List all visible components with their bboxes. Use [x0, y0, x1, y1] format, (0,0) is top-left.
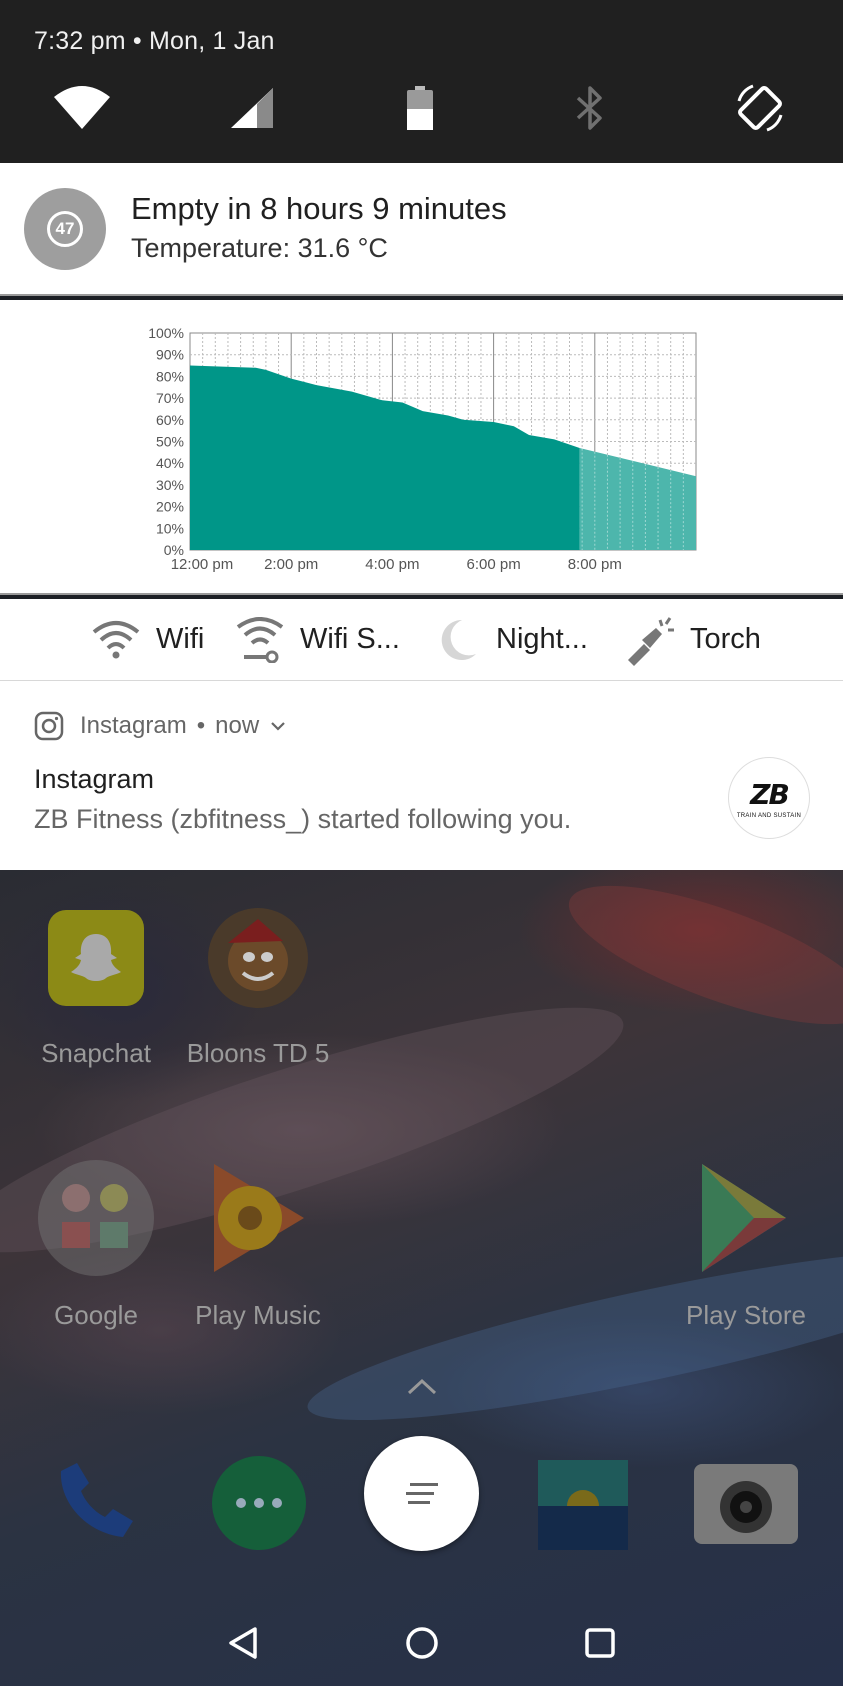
avatar-tagline: TRAIN AND SUSTAIN	[736, 812, 802, 819]
play-store-icon	[702, 1164, 786, 1272]
instagram-notification[interactable]: Instagram • now Instagram ZB Fitness (zb…	[0, 681, 843, 870]
gallery-icon	[538, 1460, 628, 1550]
x-tick-label: 8:00 pm	[568, 556, 622, 573]
wifi-icon	[54, 86, 110, 129]
app-label: Play Store	[686, 1300, 806, 1330]
notification-header: Instagram • now	[34, 711, 289, 741]
wifi-settings-icon	[236, 616, 284, 663]
battery-level: 47	[47, 211, 83, 247]
shortcut-label: Wifi S...	[300, 623, 400, 655]
avatar-logo-text: ZB	[750, 777, 790, 811]
phone-app[interactable]	[46, 1454, 142, 1550]
battery-icon	[407, 86, 433, 130]
y-tick-label: 70%	[156, 390, 184, 406]
shortcut-night-mode[interactable]: Night...	[432, 599, 588, 680]
battery-notification-subtitle: Temperature: 31.6 °C	[131, 233, 388, 263]
bluetooth-icon	[576, 86, 602, 130]
status-time-date: 7:32 pm • Mon, 1 Jan	[34, 27, 275, 55]
chevron-down-icon[interactable]	[267, 715, 289, 737]
battery-chart: 0%10%20%30%40%50%60%70%80%90%100%12:00 p…	[148, 325, 697, 573]
google-folder[interactable]	[38, 1160, 154, 1276]
google-folder-icon	[62, 1184, 128, 1248]
messages-icon	[236, 1498, 282, 1508]
monkey-icon	[228, 919, 288, 991]
shortcut-row: Wifi Wifi S... Night... Torch	[0, 599, 843, 681]
y-tick-label: 30%	[156, 477, 184, 493]
navigation-bar	[0, 1600, 843, 1686]
notification-time: now	[215, 712, 260, 739]
back-button[interactable]	[202, 1600, 282, 1686]
torch-icon	[628, 616, 674, 666]
notification-text: ZB Fitness (zbfitness_) started followin…	[34, 804, 572, 834]
instagram-icon	[34, 711, 64, 741]
back-icon	[229, 1627, 257, 1659]
quick-tiles-row	[0, 78, 843, 138]
ghost-icon	[71, 934, 121, 981]
shortcut-label: Wifi	[156, 623, 205, 655]
shortcut-label: Torch	[690, 623, 761, 655]
y-tick-label: 10%	[156, 520, 184, 536]
home-button[interactable]	[382, 1600, 462, 1686]
menu-lines-icon	[405, 1482, 438, 1504]
app-label: Bloons TD 5	[186, 1038, 330, 1068]
phone-icon	[60, 1463, 133, 1537]
play-store-app[interactable]	[694, 1160, 794, 1276]
shortcut-label: Night...	[496, 623, 588, 655]
camera-icon	[720, 1481, 772, 1533]
home-icon	[406, 1627, 438, 1659]
recents-icon	[585, 1628, 615, 1658]
y-tick-label: 80%	[156, 368, 184, 384]
shortcut-wifi[interactable]: Wifi	[92, 599, 204, 680]
shortcut-torch[interactable]: Torch	[622, 599, 761, 680]
app-label: Play Music	[195, 1300, 321, 1330]
gallery-app[interactable]	[538, 1460, 628, 1550]
avatar: ZB TRAIN AND SUSTAIN	[728, 757, 810, 839]
bluetooth-tile[interactable]	[560, 78, 620, 138]
wifi-tile[interactable]	[52, 78, 112, 138]
battery-chart-card: 0% 10% 20% 30% 40% 50% 60% 70% 80% 90% 100% 12:00 p…	[0, 300, 843, 595]
shortcut-wifi-settings[interactable]: Wifi S...	[236, 599, 400, 680]
y-tick-label: 90%	[156, 347, 184, 363]
play-music-app[interactable]	[204, 1156, 314, 1280]
play-music-icon	[214, 1164, 304, 1272]
camera-app[interactable]	[694, 1464, 798, 1544]
messages-app[interactable]	[212, 1456, 306, 1550]
wifi-icon	[92, 620, 140, 658]
notification-app-name: Instagram	[80, 712, 187, 739]
home-screen: Snapchat Bloons TD 5 Google Play Music P…	[0, 870, 843, 1686]
app-label: Google	[54, 1300, 138, 1330]
notification-title: Instagram	[34, 764, 155, 794]
y-tick-label: 50%	[156, 434, 184, 450]
y-tick-label: 100%	[148, 325, 184, 341]
separator-dot: •	[196, 712, 206, 739]
battery-notification-title: Empty in 8 hours 9 minutes	[131, 191, 507, 226]
moon-icon	[441, 619, 476, 660]
snapchat-app[interactable]	[48, 910, 144, 1006]
x-tick-label: 6:00 pm	[466, 556, 520, 573]
chevron-up-icon[interactable]	[405, 1375, 439, 1397]
quick-settings-header: 7:32 pm • Mon, 1 Jan	[0, 0, 843, 163]
cell-signal-icon	[231, 88, 273, 128]
x-tick-label: 2:00 pm	[264, 556, 318, 573]
x-tick-label: 12:00 pm	[171, 556, 234, 573]
y-tick-label: 20%	[156, 499, 184, 515]
app-label: Snapchat	[41, 1038, 151, 1068]
battery-tile[interactable]	[390, 78, 450, 138]
recents-button[interactable]	[560, 1600, 640, 1686]
cell-signal-tile[interactable]	[222, 78, 282, 138]
auto-rotate-tile[interactable]	[730, 78, 790, 138]
bloons-app[interactable]	[208, 908, 308, 1008]
auto-rotate-icon	[737, 84, 783, 132]
search-fab[interactable]	[364, 1436, 479, 1551]
battery-level-badge: 47	[24, 188, 106, 270]
y-tick-label: 40%	[156, 455, 184, 471]
battery-notification[interactable]: 47 Empty in 8 hours 9 minutes Temperatur…	[0, 163, 843, 296]
y-tick-label: 60%	[156, 412, 184, 428]
x-tick-label: 4:00 pm	[365, 556, 419, 573]
